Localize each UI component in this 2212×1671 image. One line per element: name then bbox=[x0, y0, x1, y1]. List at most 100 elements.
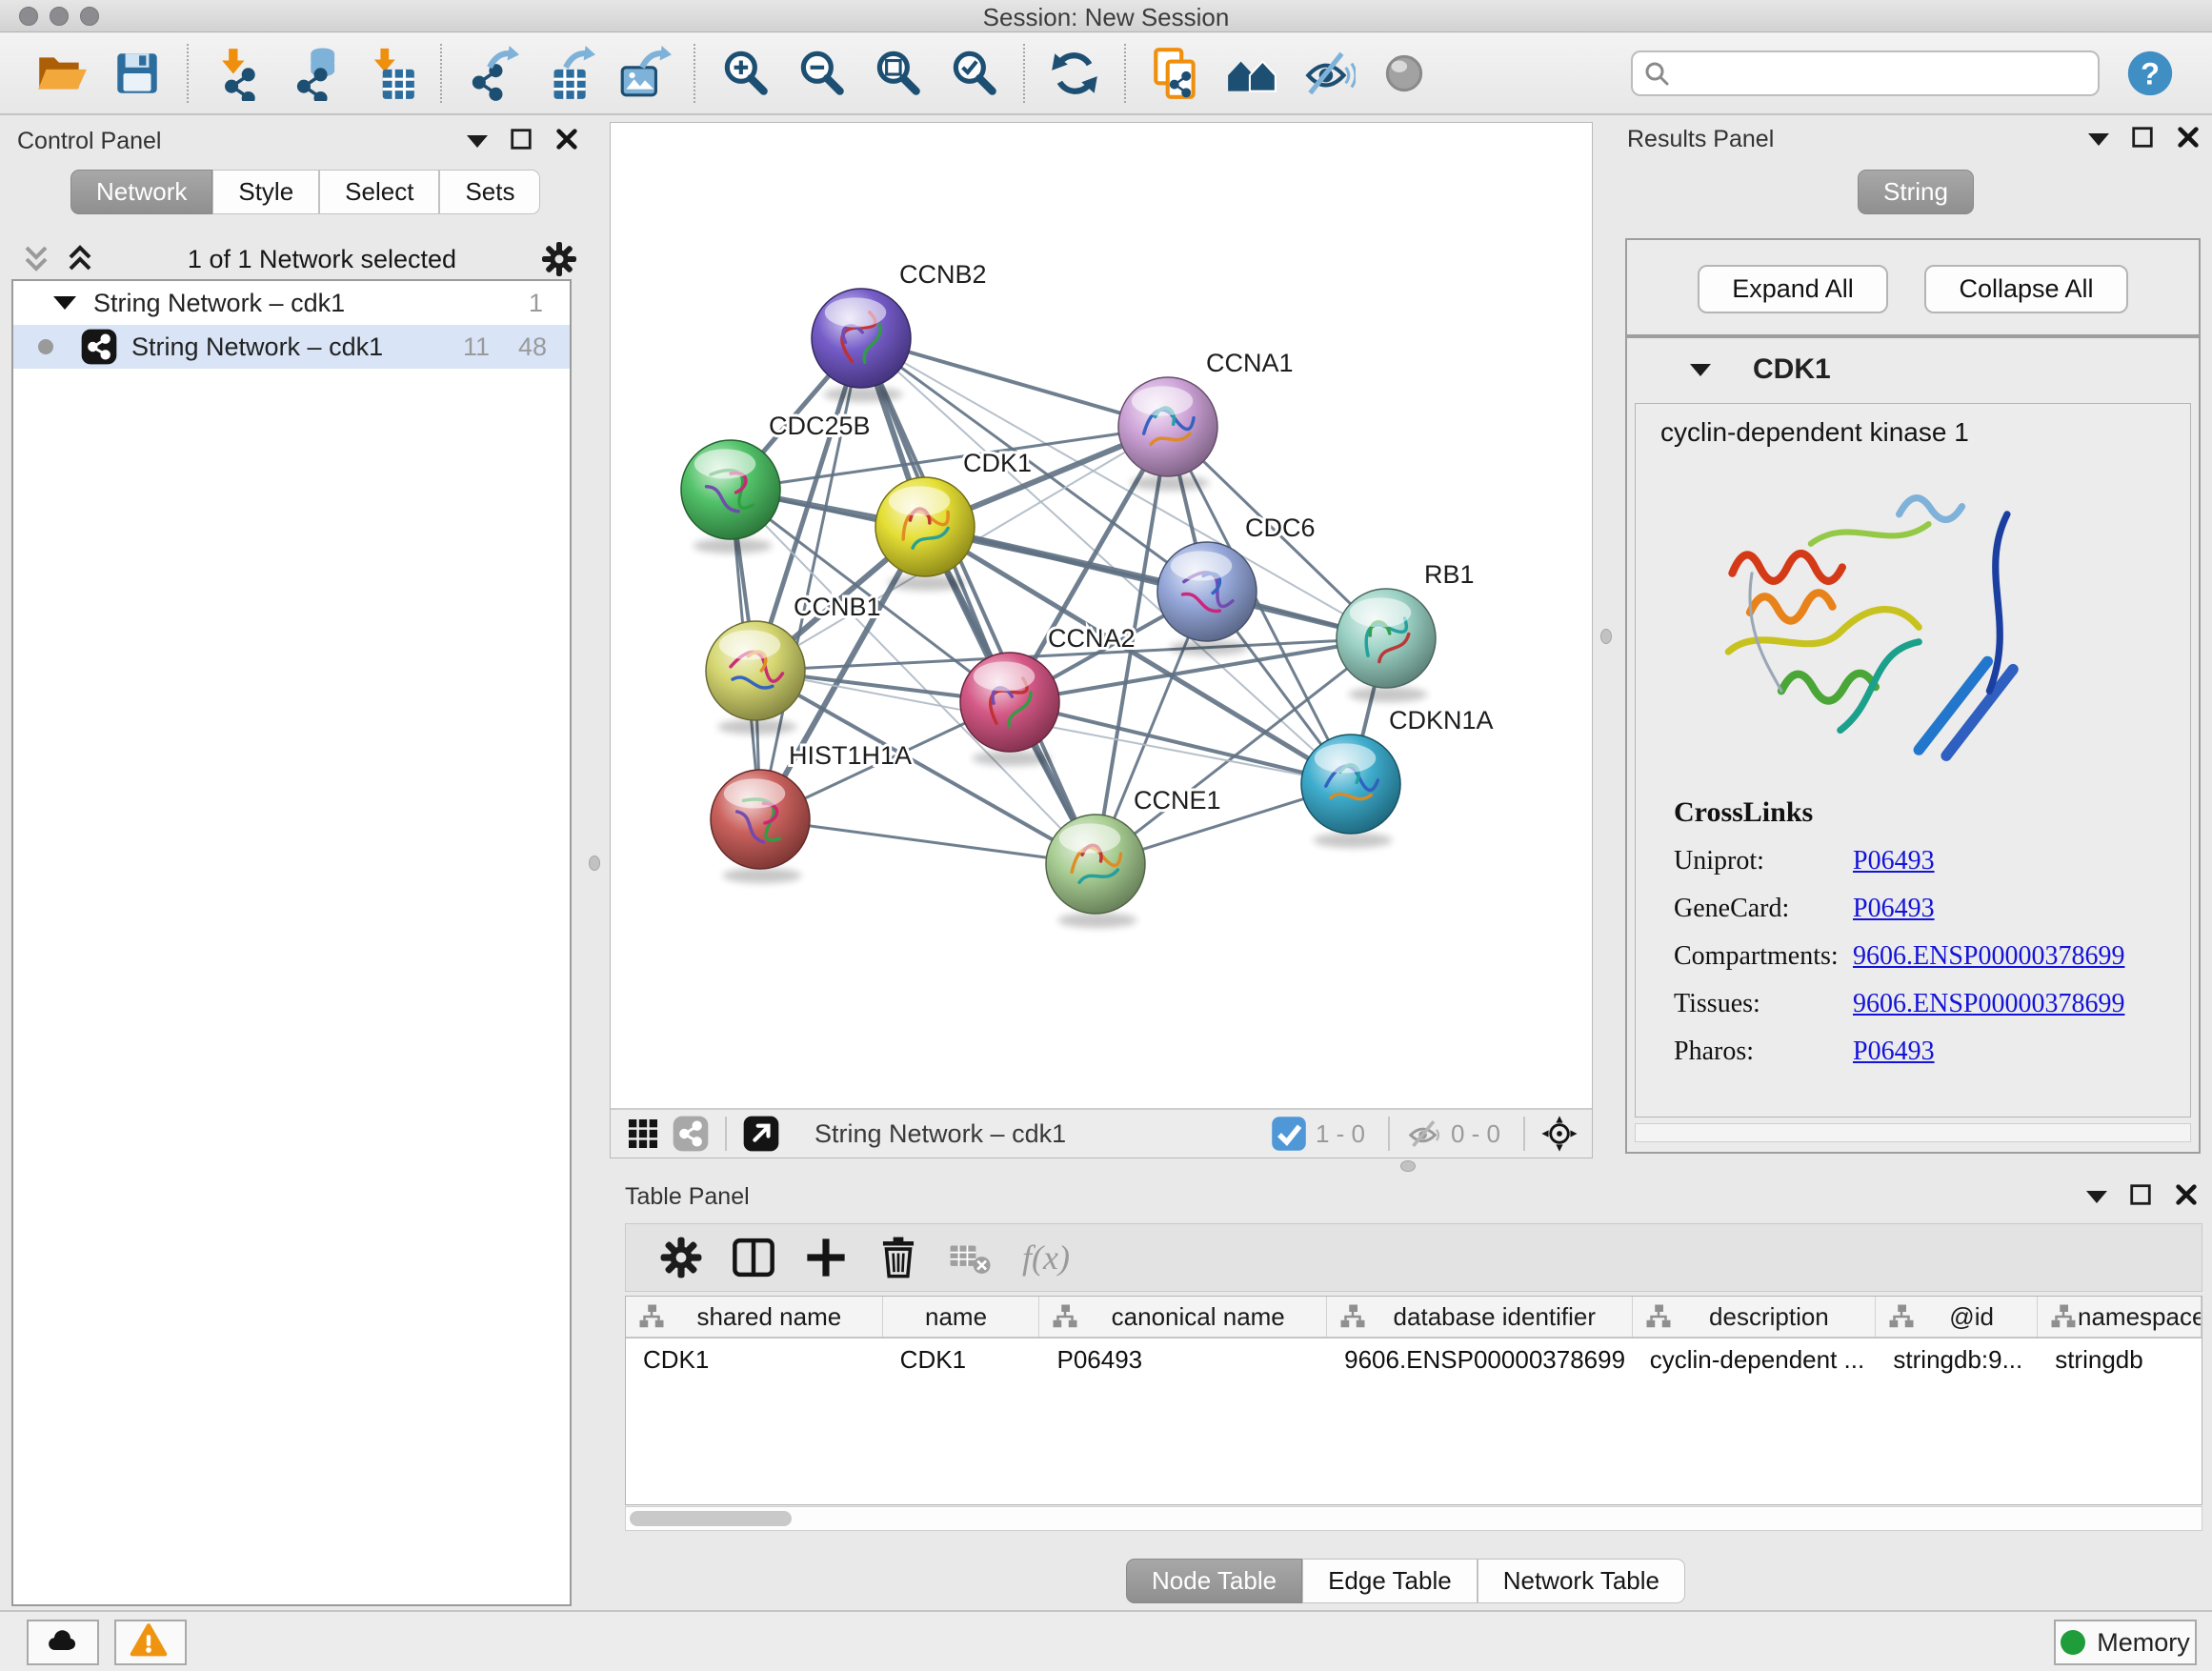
new-network-from-selection-icon[interactable] bbox=[1148, 46, 1203, 101]
export-table-icon[interactable] bbox=[540, 46, 595, 101]
network-node-RB1[interactable]: RB1 bbox=[1337, 560, 1475, 702]
crosslink-link[interactable]: P06493 bbox=[1853, 894, 1935, 924]
tab-edge-table[interactable]: Edge Table bbox=[1302, 1559, 1478, 1603]
column-header-canonical-name[interactable]: canonical name bbox=[1039, 1297, 1327, 1337]
panel-menu-icon[interactable] bbox=[467, 135, 488, 148]
crosslink-link[interactable]: P06493 bbox=[1853, 1037, 1935, 1067]
network-row[interactable]: String Network – cdk1 11 48 bbox=[13, 325, 570, 369]
crosslink-link[interactable]: 9606.ENSP00000378699 bbox=[1853, 989, 2124, 1019]
search-input[interactable] bbox=[1671, 54, 2088, 92]
detach-view-icon[interactable] bbox=[742, 1115, 780, 1153]
float-panel-icon[interactable] bbox=[2130, 125, 2155, 154]
delete-table-icon[interactable] bbox=[947, 1234, 995, 1281]
zoom-selected-icon[interactable] bbox=[946, 46, 1001, 101]
hide-selected-icon[interactable] bbox=[1300, 46, 1356, 101]
first-neighbors-icon[interactable] bbox=[1224, 46, 1279, 101]
import-table-icon[interactable] bbox=[363, 46, 418, 101]
delete-column-icon[interactable] bbox=[875, 1234, 922, 1281]
collapse-all-button[interactable]: Collapse All bbox=[1924, 265, 2128, 313]
crosslink-link[interactable]: P06493 bbox=[1853, 846, 1935, 876]
export-network-icon[interactable] bbox=[464, 46, 519, 101]
table-cell[interactable]: cyclin-dependent ... bbox=[1633, 1339, 1877, 1380]
table-cell[interactable]: 9606.ENSP00000378699 bbox=[1327, 1339, 1633, 1380]
search-box[interactable] bbox=[1631, 50, 2100, 96]
network-node-CDKN1A[interactable]: CDKN1A bbox=[1301, 706, 1494, 848]
table-cell[interactable]: stringdb:9... bbox=[1876, 1339, 2038, 1380]
import-network-database-icon[interactable] bbox=[287, 46, 342, 101]
zoom-in-icon[interactable] bbox=[717, 46, 773, 101]
warnings-button[interactable] bbox=[114, 1620, 187, 1665]
expand-all-button[interactable]: Expand All bbox=[1698, 265, 1888, 313]
function-builder-icon[interactable]: f(x) bbox=[1022, 1238, 1070, 1278]
control-panel-tabs: NetworkStyleSelectSets bbox=[70, 170, 540, 214]
export-image-icon[interactable] bbox=[616, 46, 672, 101]
network-node-CDC25B[interactable]: CDC25B bbox=[681, 412, 871, 554]
panel-menu-icon[interactable] bbox=[2088, 133, 2109, 146]
close-panel-icon[interactable] bbox=[2176, 125, 2201, 154]
float-panel-icon[interactable] bbox=[2128, 1182, 2153, 1212]
close-panel-icon[interactable] bbox=[554, 127, 579, 156]
edge-HIST1H1A-CCNE1[interactable] bbox=[760, 819, 1096, 864]
table-options-gear-icon[interactable] bbox=[657, 1234, 705, 1281]
table-cell[interactable]: stringdb bbox=[2038, 1339, 2202, 1380]
table-cell[interactable]: CDK1 bbox=[626, 1339, 883, 1380]
tab-string[interactable]: String bbox=[1858, 170, 1974, 214]
apply-layout-icon[interactable] bbox=[1047, 46, 1102, 101]
panel-menu-icon[interactable] bbox=[2086, 1191, 2107, 1203]
open-session-icon[interactable] bbox=[33, 46, 89, 101]
tab-sets[interactable]: Sets bbox=[439, 170, 540, 214]
network-badge-icon[interactable] bbox=[672, 1115, 710, 1153]
show-all-icon[interactable] bbox=[1377, 46, 1432, 101]
table-cell[interactable]: P06493 bbox=[1039, 1339, 1327, 1380]
column-header-@id[interactable]: @id bbox=[1876, 1297, 2038, 1337]
protein-header[interactable]: CDK1 bbox=[1627, 338, 2199, 401]
scrollbar-thumb[interactable] bbox=[630, 1511, 792, 1526]
add-column-icon[interactable] bbox=[802, 1234, 850, 1281]
network-canvas[interactable]: CCNB2CCNA1CDC25BCDK1CDC6RB1CCNB1CCNA2CDK… bbox=[611, 123, 1592, 1108]
close-panel-icon[interactable] bbox=[2174, 1182, 2199, 1212]
save-session-icon[interactable] bbox=[110, 46, 165, 101]
birdseye-toggle-icon[interactable] bbox=[1540, 1115, 1579, 1153]
crosslink-link[interactable]: 9606.ENSP00000378699 bbox=[1853, 941, 2124, 972]
column-header-database-identifier[interactable]: database identifier bbox=[1327, 1297, 1633, 1337]
results-scrollbar[interactable] bbox=[1635, 1123, 2191, 1142]
tab-node-table[interactable]: Node Table bbox=[1126, 1559, 1302, 1603]
expand-all-networks-icon[interactable] bbox=[17, 240, 55, 278]
table-row[interactable]: CDK1CDK1P064939606.ENSP00000378699cyclin… bbox=[626, 1339, 2202, 1380]
collapse-all-networks-icon[interactable] bbox=[61, 240, 99, 278]
table-cell[interactable]: CDK1 bbox=[883, 1339, 1040, 1380]
help-icon[interactable]: ? bbox=[2124, 48, 2176, 99]
tab-network-table[interactable]: Network Table bbox=[1478, 1559, 1685, 1603]
show-columns-icon[interactable] bbox=[730, 1234, 777, 1281]
protein-collapse-icon[interactable] bbox=[1690, 364, 1711, 376]
cloud-status-button[interactable] bbox=[27, 1620, 99, 1665]
network-node-CCNB1[interactable]: CCNB1 bbox=[706, 593, 881, 735]
column-header-shared-name[interactable]: shared name bbox=[626, 1297, 883, 1337]
network-node-CCNB2[interactable]: CCNB2 bbox=[812, 260, 987, 402]
selected-checkbox-icon[interactable] bbox=[1270, 1115, 1308, 1153]
left-splitter-handle[interactable] bbox=[589, 856, 600, 871]
zoom-fit-icon[interactable] bbox=[870, 46, 925, 101]
network-node-CCNA1[interactable]: CCNA1 bbox=[1118, 349, 1294, 491]
float-panel-icon[interactable] bbox=[509, 127, 533, 156]
shared-column-icon bbox=[1051, 1302, 1079, 1331]
right-splitter-handle[interactable] bbox=[1600, 629, 1612, 644]
network-node-HIST1H1A[interactable]: HIST1H1A bbox=[711, 741, 912, 883]
grid-view-icon[interactable] bbox=[624, 1115, 662, 1153]
memory-button[interactable]: Memory bbox=[2054, 1620, 2197, 1665]
column-header-namespace[interactable]: namespace bbox=[2038, 1297, 2202, 1337]
zoom-out-icon[interactable] bbox=[794, 46, 849, 101]
tab-network[interactable]: Network bbox=[70, 170, 212, 214]
table-horizontal-scrollbar[interactable] bbox=[625, 1506, 2202, 1531]
tab-style[interactable]: Style bbox=[212, 170, 319, 214]
edge-CCNB2-CCNE1[interactable] bbox=[861, 338, 1096, 864]
import-network-file-icon[interactable] bbox=[211, 46, 266, 101]
hidden-eye-icon[interactable] bbox=[1405, 1115, 1443, 1153]
network-collection-row[interactable]: String Network – cdk1 1 bbox=[13, 281, 570, 325]
network-options-gear-icon[interactable] bbox=[539, 239, 579, 279]
bottom-splitter-handle[interactable] bbox=[1400, 1160, 1416, 1172]
tab-select[interactable]: Select bbox=[319, 170, 439, 214]
collection-expand-icon[interactable] bbox=[53, 296, 76, 310]
column-header-name[interactable]: name bbox=[883, 1297, 1040, 1337]
column-header-description[interactable]: description bbox=[1633, 1297, 1877, 1337]
